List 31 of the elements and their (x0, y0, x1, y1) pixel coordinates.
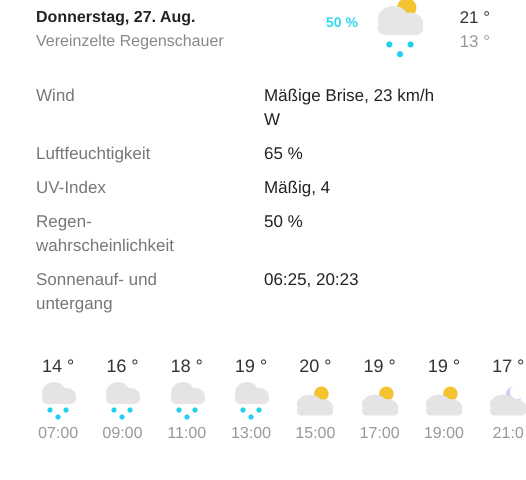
hour-temperature: 19 ° (428, 355, 460, 378)
detail-value: 65 % (264, 143, 304, 165)
precipitation-chance: 50 % (326, 14, 359, 30)
hour-time: 17:00 (360, 425, 400, 443)
hour-time: 13:00 (231, 425, 272, 443)
day-condition: Vereinzelte Regenschauer (36, 32, 225, 52)
detail-value: 06:25, 20:23 (264, 269, 360, 291)
hour-temperature: 19 ° (234, 355, 268, 378)
hour-temperature: 16 ° (106, 355, 139, 378)
detail-value: 50 % (264, 211, 304, 233)
detail-label: UV-Index (36, 177, 107, 199)
detail-value: Mäßig, 4 (264, 177, 332, 199)
hour-time: 07:00 (38, 425, 78, 443)
detail-label: Sonnenauf- und untergang (36, 269, 158, 315)
hour-time: 15:00 (295, 425, 336, 443)
detail-label: Wind (36, 85, 76, 107)
hour-time: 19:00 (424, 425, 464, 443)
high-temperature: 21 ° (460, 7, 490, 29)
hour-temperature: 14 ° (42, 355, 74, 378)
hour-temperature: 19 ° (364, 355, 396, 378)
day-date: Donnerstag, 27. Aug. (36, 8, 196, 28)
hour-temperature: 17 ° (492, 355, 524, 378)
hour-temperature: 18 ° (170, 355, 203, 378)
detail-value: Mäßige Brise, 23 km/h W (264, 85, 436, 131)
hour-time: 21:0 (492, 425, 524, 443)
detail-label: Regen-wahrscheinlichkeit (36, 211, 175, 257)
hour-temperature: 20 ° (299, 355, 332, 378)
detail-label: Luftfeuchtigkeit (36, 143, 152, 165)
low-temperature: 13 ° (460, 31, 490, 53)
hour-time: 11:00 (167, 425, 206, 443)
hour-time: 09:00 (102, 425, 142, 443)
